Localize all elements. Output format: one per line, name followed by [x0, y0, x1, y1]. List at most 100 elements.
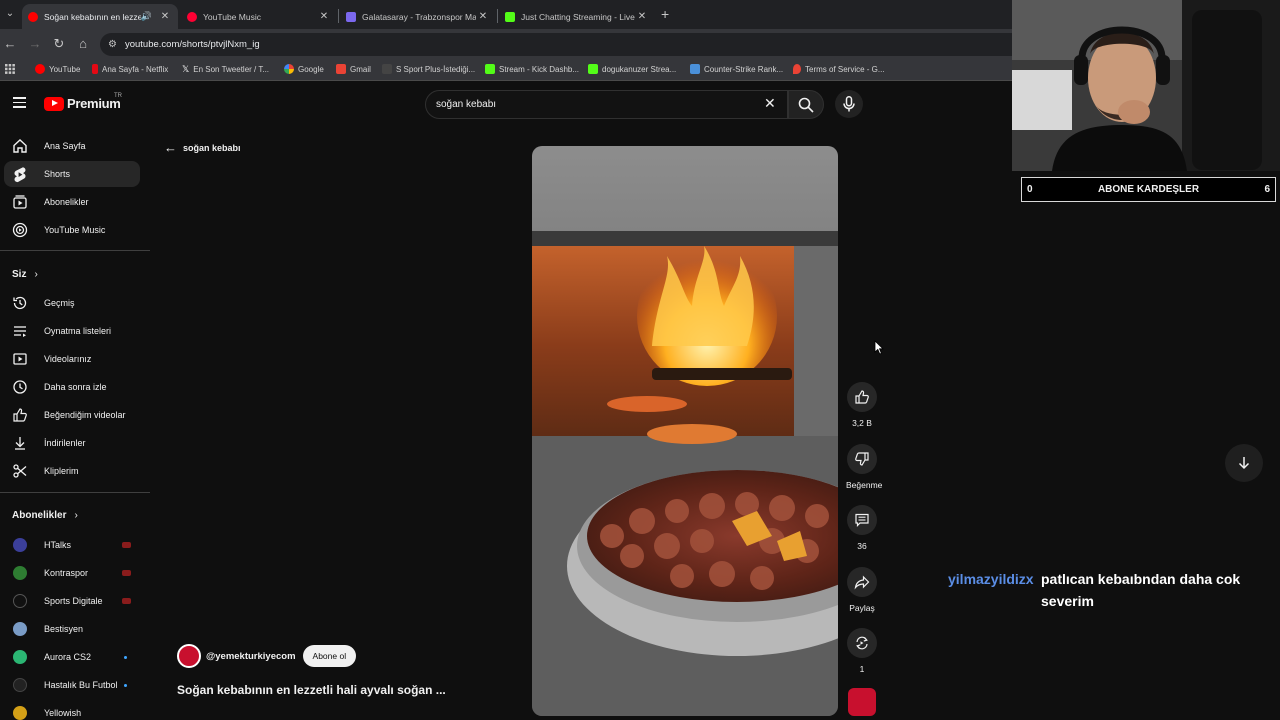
- sidebar-channel-sports-digitale[interactable]: Sports Digitale: [4, 588, 140, 614]
- search-input[interactable]: soğan kebabı: [425, 90, 788, 119]
- channel-avatar[interactable]: [177, 644, 201, 668]
- kick-favicon-icon: [485, 64, 495, 74]
- bookmark-gmail[interactable]: Gmail: [336, 64, 371, 74]
- dislike-action[interactable]: Beğenme: [846, 444, 882, 490]
- scissors-icon: [11, 462, 29, 480]
- sound-source-avatar[interactable]: [848, 688, 876, 716]
- voice-search-button[interactable]: [835, 90, 863, 118]
- bookmark-netflix[interactable]: Ana Sayfa - Netflix: [92, 64, 168, 74]
- sidebar-item-history[interactable]: Geçmiş: [4, 290, 140, 316]
- chevron-right-icon: ›: [34, 269, 38, 280]
- home-icon: [11, 137, 29, 155]
- bookmark-terms[interactable]: Terms of Service - G...: [793, 64, 885, 74]
- comment-button[interactable]: [847, 505, 877, 535]
- video-frame-image: [532, 146, 838, 716]
- sidebar-item-liked-videos[interactable]: Beğendiğim videolar: [4, 402, 140, 428]
- like-action[interactable]: 3,2 B: [846, 382, 878, 428]
- back-to-search-link[interactable]: ← soğan kebabı: [164, 140, 241, 155]
- avatar: [13, 594, 27, 608]
- sidebar-item-youtube-music[interactable]: YouTube Music: [4, 217, 140, 243]
- bookmark-kick-dashboard[interactable]: Stream - Kick Dashb...: [485, 64, 579, 74]
- sidebar-item-watch-later[interactable]: Daha sonra izle: [4, 374, 140, 400]
- video-title[interactable]: Soğan kebabının en lezzetli hali ayvalı …: [177, 683, 446, 697]
- playlist-icon: [11, 322, 29, 340]
- url-text[interactable]: youtube.com/shorts/ptvjlNxm_ig: [125, 39, 260, 50]
- tab-close-icon[interactable]: ✕: [635, 11, 649, 22]
- sidebar-item-your-videos[interactable]: Videolarınız: [4, 346, 140, 372]
- next-video-button[interactable]: [1225, 444, 1263, 482]
- subscribe-button[interactable]: Abone ol: [302, 645, 357, 667]
- channel-row: @yemekturkiyecom Abone ol: [177, 644, 357, 668]
- speaker-icon[interactable]: 🔊: [141, 11, 152, 22]
- back-arrow-icon[interactable]: ←: [2, 36, 18, 51]
- sidebar-item-subscriptions[interactable]: Abonelikler: [4, 189, 140, 215]
- bookmark-counter-strike[interactable]: Counter-Strike Rank...: [690, 64, 783, 74]
- channel-name[interactable]: @yemekturkiyecom: [206, 651, 296, 662]
- sidebar-item-shorts[interactable]: Shorts: [4, 161, 140, 187]
- remix-action[interactable]: 1: [846, 628, 878, 674]
- tab-close-icon[interactable]: ✕: [317, 11, 331, 22]
- bookmark-x[interactable]: 𝕏 En Son Tweetler / T...: [182, 64, 269, 74]
- reload-icon[interactable]: ↻: [51, 36, 67, 52]
- chevron-right-icon: ›: [74, 510, 78, 521]
- sidebar-subscriptions-header[interactable]: Abonelikler ›: [12, 510, 78, 521]
- netflix-favicon-icon: [92, 64, 98, 74]
- dislike-button[interactable]: [847, 444, 877, 474]
- search-button[interactable]: [788, 90, 824, 119]
- share-button[interactable]: [847, 567, 877, 597]
- sidebar-channel-aurora-cs2[interactable]: Aurora CS2: [4, 644, 140, 670]
- microphone-icon: [843, 96, 855, 112]
- tab-shorts[interactable]: Soğan kebabının en lezzetli 🔊 ✕: [22, 4, 178, 29]
- forward-arrow-icon[interactable]: →: [27, 36, 43, 51]
- bookmark-google[interactable]: Google: [284, 64, 324, 74]
- like-button[interactable]: [847, 382, 877, 412]
- menu-icon[interactable]: [13, 97, 26, 108]
- tab-galatasaray[interactable]: Galatasaray - Trabzonspor Maç ✕: [340, 4, 496, 29]
- address-toolbar: ← → ↻ ⌂ ⚙ youtube.com/shorts/ptvjlNxm_ig: [0, 29, 1012, 60]
- bookmark-ssport[interactable]: S Sport Plus-İstediği...: [382, 64, 475, 74]
- your-videos-icon: [11, 350, 29, 368]
- new-content-dot: [124, 684, 127, 687]
- sidebar-channel-yellowish[interactable]: Yellowish: [4, 700, 140, 720]
- youtube-premium-logo[interactable]: Premium TR: [44, 93, 122, 111]
- bookmark-dogukanuzer[interactable]: dogukanuzer Strea...: [588, 64, 676, 74]
- tab-close-icon[interactable]: ✕: [476, 11, 490, 22]
- streamer-webcam-image: [1012, 0, 1280, 171]
- download-icon: [11, 434, 29, 452]
- remix-button[interactable]: [847, 628, 877, 658]
- tab-search-chevron-icon[interactable]: ⌄: [2, 5, 18, 23]
- sidebar-channel-htalks[interactable]: HTalks: [4, 532, 140, 558]
- new-tab-plus-icon[interactable]: +: [661, 6, 669, 22]
- sidebar-you-header[interactable]: Siz ›: [12, 269, 38, 280]
- address-bar[interactable]: ⚙ youtube.com/shorts/ptvjlNxm_ig: [100, 33, 1012, 56]
- site-info-icon[interactable]: ⚙: [108, 39, 117, 50]
- sidebar-item-home[interactable]: Ana Sayfa: [4, 133, 140, 159]
- home-icon[interactable]: ⌂: [75, 36, 91, 51]
- dislike-icon: [855, 452, 869, 466]
- avatar: [13, 566, 27, 580]
- sidebar-channel-hastalik-bu-futbol[interactable]: Hastalık Bu Futbol: [4, 672, 140, 698]
- arrow-left-icon: ←: [164, 140, 177, 155]
- bookmark-youtube[interactable]: YouTube: [35, 64, 80, 74]
- remix-icon: [856, 636, 868, 650]
- sidebar-channel-kontraspor[interactable]: Kontraspor: [4, 560, 140, 586]
- clear-search-icon[interactable]: ✕: [764, 95, 776, 112]
- avatar: [13, 678, 27, 692]
- cs-favicon-icon: [690, 64, 700, 74]
- apps-grid-icon[interactable]: [5, 64, 15, 74]
- new-content-dot: [124, 656, 127, 659]
- comment-action[interactable]: 36: [846, 505, 878, 551]
- sidebar-channel-bestisyen[interactable]: Bestisyen: [4, 616, 140, 642]
- youtube-play-icon: [44, 96, 64, 111]
- tab-youtube-music[interactable]: YouTube Music ✕: [181, 4, 337, 29]
- live-indicator-icon: [122, 542, 131, 548]
- youtube-favicon-icon: [28, 11, 38, 22]
- sidebar-item-playlists[interactable]: Oynatma listeleri: [4, 318, 140, 344]
- sidebar-item-downloads[interactable]: İndirilenler: [4, 430, 140, 456]
- share-action[interactable]: Paylaş: [846, 567, 878, 613]
- tab-close-icon[interactable]: ✕: [158, 11, 172, 22]
- sidebar-item-clips[interactable]: Kliplerim: [4, 458, 140, 484]
- tab-just-chatting[interactable]: Just Chatting Streaming - Live ✕: [499, 4, 655, 29]
- share-icon: [854, 575, 870, 590]
- shorts-video-player[interactable]: [532, 146, 838, 716]
